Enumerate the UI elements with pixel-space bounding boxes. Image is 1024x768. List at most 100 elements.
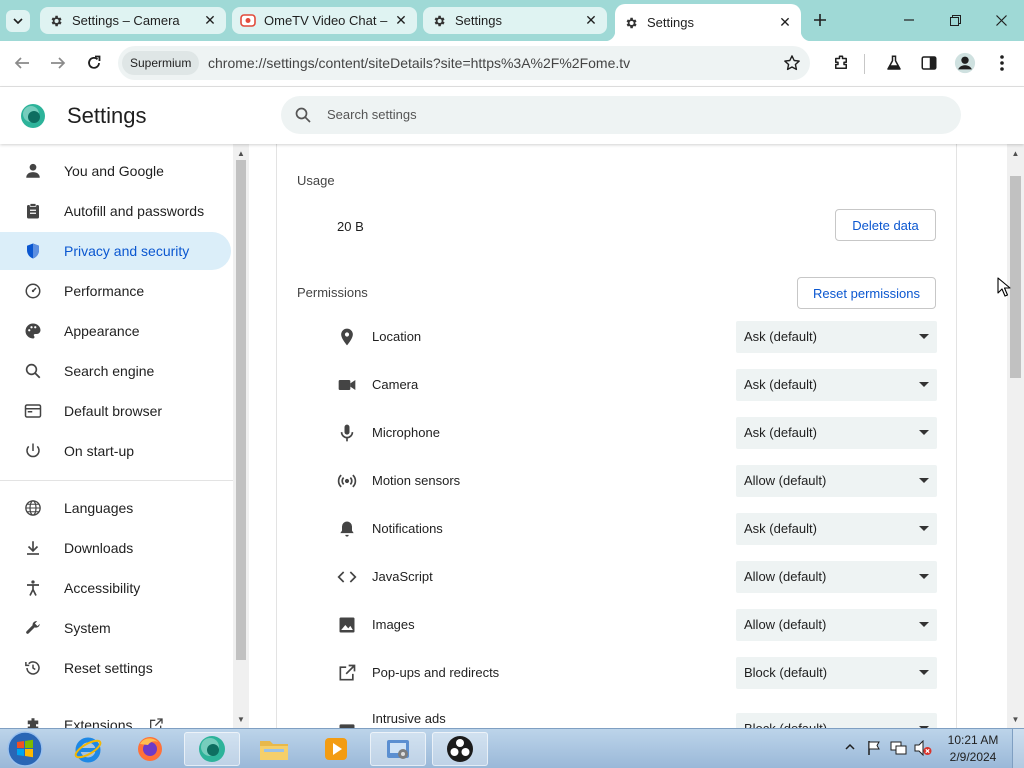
taskbar-clock[interactable]: 10:21 AM 2/9/2024 [940,732,1006,766]
sidebar-item-search-engine[interactable]: Search engine [0,352,231,390]
tab-settings-active[interactable]: Settings ✕ [605,4,811,41]
dropdown-arrow-icon [919,430,929,435]
sidebar-item-label: On start-up [64,443,135,459]
close-window-button[interactable] [986,8,1016,32]
sidebar-item-system[interactable]: System [0,609,231,647]
notifications-select[interactable]: Ask (default) [736,513,937,545]
scroll-down-arrow-icon[interactable]: ▼ [233,712,249,726]
scroll-down-arrow-icon[interactable]: ▼ [1007,712,1024,726]
scroll-up-arrow-icon[interactable]: ▲ [1007,146,1024,160]
show-desktop-button[interactable] [1012,729,1024,768]
sidebar-item-extensions[interactable]: Extensions [0,706,231,728]
taskbar-internet-explorer[interactable] [60,732,116,766]
browser-chip[interactable]: Supermium [122,51,200,75]
motion-sensors-select[interactable]: Allow (default) [736,465,937,497]
taskbar-media-player[interactable] [308,732,364,766]
tab-ometv[interactable]: OmeTV Video Chat – ✕ [232,7,417,34]
camera-icon [338,380,356,390]
main-scrollbar-thumb[interactable] [1010,176,1021,378]
popups-select[interactable]: Block (default) [736,657,937,689]
folder-icon [260,741,288,760]
permission-row-images: Images Allow (default) [277,601,956,649]
more-vert-icon [1000,55,1004,71]
tab-search-button[interactable] [6,10,30,32]
tray-overflow-button[interactable] [845,743,855,753]
permission-row-camera: Camera Ask (default) [277,361,956,409]
tray-action-center[interactable] [866,740,882,756]
permission-row-popups: Pop-ups and redirects Block (default) [277,649,956,697]
permission-label: Images [372,617,415,632]
firefox-icon [138,737,162,761]
puzzle-icon [27,718,39,728]
microphone-select[interactable]: Ask (default) [736,417,937,449]
dropdown-arrow-icon [919,334,929,339]
side-panel-button[interactable] [914,48,944,78]
search-settings-input[interactable]: Search settings [281,96,961,134]
sidebar-scrollbar[interactable]: ▲ ▼ [233,144,249,728]
tray-volume[interactable] [914,740,932,756]
url-text[interactable]: chrome://settings/content/siteDetails?si… [208,46,630,80]
main-scrollbar[interactable]: ▲ ▼ [1007,144,1024,728]
scroll-up-arrow-icon[interactable]: ▲ [233,146,249,160]
sidebar-item-label: Reset settings [64,660,153,676]
select-value: Block (default) [744,713,827,728]
images-select[interactable]: Allow (default) [736,609,937,641]
sidebar-item-default-browser[interactable]: Default browser [0,392,231,430]
sensors-icon [337,474,357,488]
sidebar-item-accessibility[interactable]: Accessibility [0,569,231,607]
taskbar-supermium[interactable] [184,732,240,766]
supermium-icon [199,736,225,762]
location-select[interactable]: Ask (default) [736,321,937,353]
taskbar-firefox[interactable] [122,732,178,766]
reset-permissions-button[interactable]: Reset permissions [797,277,936,309]
sidebar-item-languages[interactable]: Languages [0,489,231,527]
intrusive-ads-select[interactable]: Block (default) [736,713,937,728]
close-icon[interactable]: ✕ [583,12,599,29]
volume-muted-icon [914,740,932,756]
sidebar-scrollbar-thumb[interactable] [236,160,246,660]
sidebar-item-on-startup[interactable]: On start-up [0,432,231,470]
forward-button[interactable] [43,48,73,78]
profile-button[interactable] [950,48,980,78]
taskbar-file-explorer[interactable] [246,732,302,766]
sidebar-item-performance[interactable]: Performance [0,272,231,310]
address-bar[interactable]: Supermium chrome://settings/content/site… [118,46,810,80]
sidebar-item-autofill[interactable]: Autofill and passwords [0,192,231,230]
mouse-cursor-icon [997,277,1011,297]
start-button[interactable] [6,730,44,768]
sidebar-item-label: System [64,620,111,636]
sidebar-item-label: Languages [64,500,134,516]
minimize-button[interactable] [894,8,924,32]
close-icon[interactable]: ✕ [777,14,793,31]
camera-select[interactable]: Ask (default) [736,369,937,401]
delete-data-button[interactable]: Delete data [835,209,936,241]
bookmark-button[interactable] [782,53,802,73]
taskbar-control-panel[interactable] [370,732,426,766]
sidebar-item-appearance[interactable]: Appearance [0,312,231,350]
new-tab-button[interactable] [808,8,832,32]
close-icon[interactable]: ✕ [393,12,409,29]
permission-row-javascript: JavaScript Allow (default) [277,553,956,601]
sidebar-item-reset-settings[interactable]: Reset settings [0,649,231,687]
tab-settings[interactable]: Settings ✕ [423,7,607,34]
sidebar-item-downloads[interactable]: Downloads [0,529,231,567]
tab-settings-camera[interactable]: Settings – Camera ✕ [40,7,226,34]
select-value: Ask (default) [744,521,817,536]
restore-button[interactable] [940,8,970,32]
tray-network[interactable] [890,740,908,756]
menu-button[interactable] [987,48,1017,78]
permissions-heading: Permissions [297,285,368,300]
reload-button[interactable] [79,48,109,78]
gear-icon [48,13,64,29]
labs-button[interactable] [879,48,909,78]
javascript-select[interactable]: Allow (default) [736,561,937,593]
search-icon [295,107,311,123]
extensions-button[interactable] [826,48,856,78]
close-icon[interactable]: ✕ [202,12,218,29]
sidebar-item-privacy[interactable]: Privacy and security [0,232,231,270]
taskbar-obs[interactable] [432,732,488,766]
site-details-card: Usage 20 B Delete data Permissions Reset… [276,144,957,728]
back-button[interactable] [7,48,37,78]
history-icon [25,661,40,675]
sidebar-item-you-and-google[interactable]: You and Google [0,152,231,190]
